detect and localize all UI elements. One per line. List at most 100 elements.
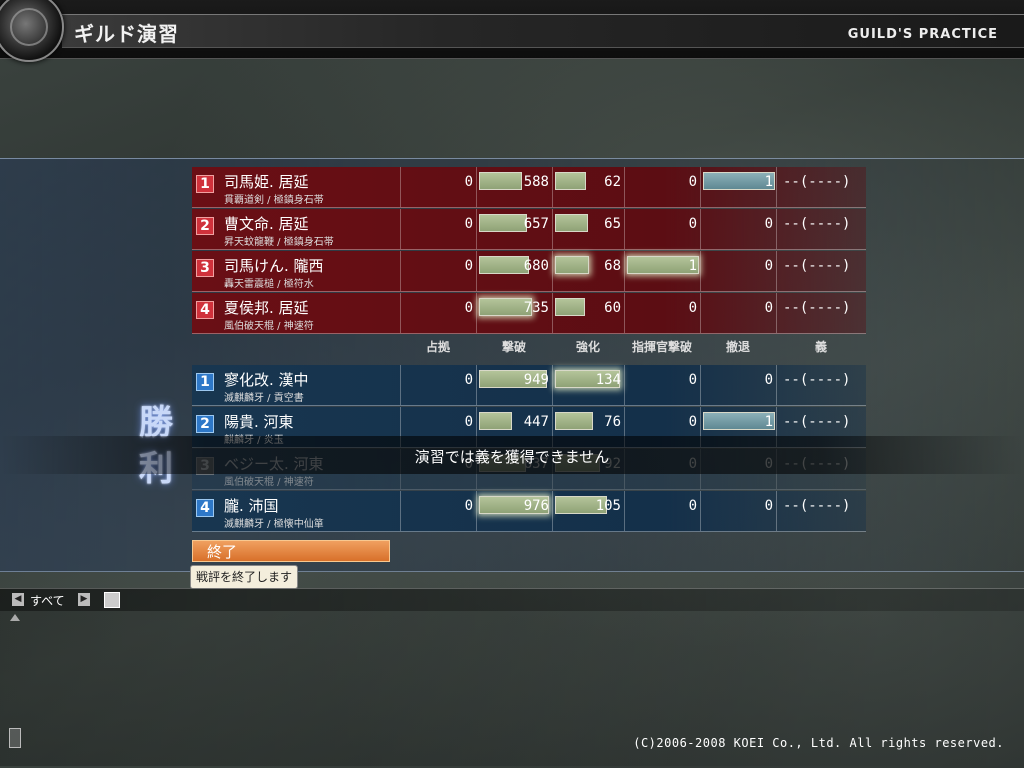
- rank-badge: 3: [196, 259, 214, 277]
- copyright-text: (C)2006-2008 KOEI Co., Ltd. All rights r…: [633, 736, 1004, 750]
- player-name: 陽貴. 河東: [224, 413, 294, 431]
- enhance-value: 76: [604, 414, 621, 430]
- player-weapons: 貫覇道剣 / 極鎮身石帯: [224, 195, 324, 206]
- enhance-value: 62: [604, 174, 621, 190]
- column-header-defeat: 撃破: [501, 340, 526, 354]
- occupy-cell: 0: [400, 251, 477, 291]
- gi-value: --(----): [783, 216, 851, 232]
- defeat-value: 735: [523, 300, 549, 316]
- enhance-value: 65: [604, 216, 621, 232]
- enhance-value: 60: [604, 300, 621, 316]
- gi-cell: --(----): [776, 167, 867, 207]
- bar-fill: [555, 256, 589, 274]
- player-name: 朧. 沛国: [224, 497, 279, 515]
- player-row: 4 朧. 沛国 滅麒麟牙 / 極懐中仙箪 0 976 105 0 0 --(--…: [192, 491, 866, 532]
- page-title: ギルド演習: [74, 22, 179, 46]
- rank-badge: 2: [196, 415, 214, 433]
- enhance-cell: 134: [552, 365, 625, 405]
- chat-scroll-up-icon[interactable]: [10, 614, 20, 621]
- commander-defeat-cell: 1: [624, 251, 701, 291]
- occupy-value: 0: [464, 174, 473, 190]
- commander-defeat-value: 0: [688, 300, 697, 316]
- retreat-value: 1: [764, 174, 773, 190]
- bar-fill: [555, 214, 588, 232]
- chat-prev-arrow-icon[interactable]: ◀: [12, 593, 24, 606]
- occupy-value: 0: [464, 300, 473, 316]
- header-bar: ギルド演習 GUILD'S PRACTICE: [0, 0, 1024, 62]
- page-title-english: GUILD'S PRACTICE: [847, 27, 998, 42]
- gi-value: --(----): [783, 300, 851, 316]
- chat-next-arrow-icon[interactable]: ▶: [78, 593, 90, 606]
- commander-defeat-value: 0: [688, 174, 697, 190]
- retreat-cell: 0: [700, 491, 777, 531]
- occupy-cell: 0: [400, 209, 477, 249]
- commander-defeat-cell: 0: [624, 491, 701, 531]
- retreat-cell: 0: [700, 365, 777, 405]
- rank-badge: 2: [196, 217, 214, 235]
- enhance-value: 134: [595, 372, 621, 388]
- player-name: 夏侯邦. 居延: [224, 299, 309, 317]
- occupy-value: 0: [464, 216, 473, 232]
- chat-tab-all[interactable]: すべて: [30, 592, 65, 609]
- chat-scrollbar-thumb[interactable]: [9, 728, 21, 748]
- retreat-cell: 0: [700, 251, 777, 291]
- gi-value: --(----): [783, 498, 851, 514]
- rank-badge: 4: [196, 301, 214, 319]
- enhance-cell: 68: [552, 251, 625, 291]
- end-button-tooltip: 戦評を終了します: [190, 565, 299, 589]
- occupy-cell: 0: [400, 365, 477, 405]
- player-name: 司馬けん. 隴西: [224, 257, 324, 275]
- occupy-cell: 0: [400, 167, 477, 207]
- defeat-value: 976: [523, 498, 549, 514]
- retreat-value: 0: [764, 372, 773, 388]
- column-header-commander-defeat: 指揮官撃破: [631, 340, 692, 354]
- enhance-cell: 65: [552, 209, 625, 249]
- retreat-value: 0: [764, 258, 773, 274]
- bar-fill: [479, 256, 529, 274]
- defeat-value: 657: [523, 216, 549, 232]
- commander-defeat-value: 0: [688, 414, 697, 430]
- defeat-cell: 735: [476, 293, 553, 333]
- gi-cell: --(----): [776, 491, 867, 531]
- column-header-gi: 義: [814, 340, 827, 354]
- retreat-value: 0: [764, 216, 773, 232]
- commander-defeat-value: 0: [688, 372, 697, 388]
- rank-badge: 4: [196, 499, 214, 517]
- player-weapons: 滅麒麟牙 / 極懐中仙箪: [224, 519, 324, 530]
- end-button[interactable]: 終了: [192, 540, 390, 562]
- player-weapons: 昇天蚊龍鞭 / 極鎮身石帯: [224, 237, 334, 248]
- bar-fill: [479, 172, 522, 190]
- player-name: 曹文命. 居延: [224, 215, 309, 233]
- retreat-cell: 1: [700, 167, 777, 207]
- player-row: 1 司馬姫. 居延 貫覇道剣 / 極鎮身石帯 0 588 62 0 1 --(-…: [192, 167, 866, 208]
- gi-value: --(----): [783, 372, 851, 388]
- commander-defeat-value: 0: [688, 216, 697, 232]
- occupy-cell: 0: [400, 293, 477, 333]
- retreat-value: 1: [764, 414, 773, 430]
- enhance-value: 105: [595, 498, 621, 514]
- player-weapons: 風伯破天棍 / 神速符: [224, 477, 314, 488]
- player-name: 寥化改. 漢中: [224, 371, 309, 389]
- defeat-cell: 976: [476, 491, 553, 531]
- notice-banner: 演習では義を獲得できません: [0, 436, 1024, 474]
- gi-value: --(----): [783, 414, 851, 430]
- defeat-value: 680: [523, 258, 549, 274]
- gi-value: --(----): [783, 174, 851, 190]
- defeat-cell: 680: [476, 251, 553, 291]
- enhance-cell: 60: [552, 293, 625, 333]
- commander-defeat-value: 0: [688, 498, 697, 514]
- player-row: 4 夏侯邦. 居延 風伯破天棍 / 神速符 0 735 60 0 0 --(--…: [192, 293, 866, 334]
- chat-log-icon[interactable]: [104, 592, 120, 608]
- column-header-retreat: 撤退: [725, 340, 750, 354]
- retreat-value: 0: [764, 498, 773, 514]
- occupy-value: 0: [464, 372, 473, 388]
- occupy-value: 0: [464, 498, 473, 514]
- gi-cell: --(----): [776, 209, 867, 249]
- commander-defeat-cell: 0: [624, 365, 701, 405]
- player-row: 1 寥化改. 漢中 滅麒麟牙 / 貢空書 0 949 134 0 0 --(--…: [192, 365, 866, 406]
- enhance-value: 68: [604, 258, 621, 274]
- defeat-cell: 657: [476, 209, 553, 249]
- defeat-cell: 949: [476, 365, 553, 405]
- bar-fill: [555, 412, 593, 430]
- player-name: 司馬姫. 居延: [224, 173, 309, 191]
